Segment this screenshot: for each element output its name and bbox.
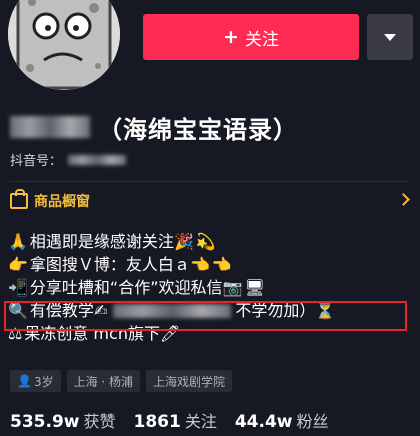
followers-value: 44.4w bbox=[234, 412, 293, 432]
id-label: 抖音号： bbox=[10, 154, 63, 169]
account-id: 抖音号： bbox=[10, 150, 127, 169]
shopping-bag-icon bbox=[10, 189, 28, 209]
bio-text: 分享吐槽和“合作”欢迎私信 bbox=[29, 278, 223, 297]
age-text: 3岁 bbox=[33, 374, 54, 389]
following-value: 1861 bbox=[133, 412, 181, 432]
bio-text: 相遇即是缘感谢关注 bbox=[29, 232, 174, 251]
age-tag: 👤 3岁 bbox=[10, 370, 61, 392]
followers-label: 粉丝 bbox=[296, 412, 329, 431]
bio-text: 拿图搜Ｖ博：友人白ａ bbox=[29, 255, 190, 274]
point-right-icon: 👈 bbox=[189, 255, 210, 274]
school-tag: 上海戏剧学院 bbox=[146, 370, 233, 392]
pray-icon: 🙏 bbox=[8, 232, 28, 251]
school-text: 上海戏剧学院 bbox=[153, 374, 226, 389]
chevron-down-icon bbox=[384, 33, 396, 41]
profile-stats: 535.9w 获赞 1861 关注 44.4w 粉丝 bbox=[10, 408, 347, 432]
location-tag: 上海 · 杨浦 bbox=[66, 370, 141, 392]
highlight-annotation bbox=[4, 301, 407, 331]
shop-window-link[interactable]: 商品橱窗 bbox=[10, 189, 410, 212]
avatar[interactable] bbox=[8, 0, 120, 90]
blurred-name bbox=[10, 116, 90, 138]
follow-label: 关注 bbox=[244, 29, 279, 50]
blurred-id bbox=[68, 154, 127, 165]
camera-icon: 📷 bbox=[222, 278, 243, 297]
shop-label: 商品橱窗 bbox=[34, 194, 90, 210]
following-stat[interactable]: 1861 关注 bbox=[134, 408, 217, 432]
likes-stat: 535.9w 获赞 bbox=[10, 408, 116, 432]
point-right-icon: 👉 bbox=[8, 255, 28, 274]
party-popper-icon: 🎉 bbox=[173, 232, 194, 251]
bio-line: 👉 拿图搜Ｖ博：友人白ａ 👈 👈 bbox=[8, 253, 337, 276]
display-name-suffix: （海绵宝宝语录） bbox=[98, 115, 298, 144]
spongebob-avatar-image bbox=[8, 0, 120, 90]
likes-label: 获赞 bbox=[83, 412, 116, 431]
bio: 🙏 相遇即是缘感谢关注 🎉 💫 👉 拿图搜Ｖ博：友人白ａ 👈 👈 📲 分享吐槽和… bbox=[4, 230, 407, 345]
phone-icon: 📲 bbox=[8, 278, 28, 297]
profile-tags: 👤 3岁 上海 · 杨浦 上海戏剧学院 bbox=[10, 370, 233, 392]
following-label: 关注 bbox=[184, 412, 217, 431]
likes-value: 535.9w bbox=[10, 412, 80, 432]
bio-line: 📲 分享吐槽和“合作”欢迎私信 📷 🖥 bbox=[8, 276, 337, 299]
plus-icon: + bbox=[223, 26, 239, 48]
more-options-button[interactable] bbox=[367, 14, 413, 60]
followers-stat[interactable]: 44.4w 粉丝 bbox=[235, 408, 329, 432]
divider bbox=[10, 181, 410, 182]
bio-line: 🙏 相遇即是缘感谢关注 🎉 💫 bbox=[8, 230, 337, 253]
profile-name: （海绵宝宝语录） bbox=[10, 106, 298, 148]
dizzy-icon: 💫 bbox=[195, 232, 216, 251]
person-icon: 👤 bbox=[17, 374, 32, 388]
point-right-icon: 👈 bbox=[211, 255, 232, 274]
monitor-icon: 🖥 bbox=[244, 278, 265, 297]
location-text: 上海 · 杨浦 bbox=[73, 374, 134, 389]
follow-button[interactable]: + 关注 bbox=[143, 14, 359, 60]
chevron-right-icon bbox=[397, 193, 410, 206]
